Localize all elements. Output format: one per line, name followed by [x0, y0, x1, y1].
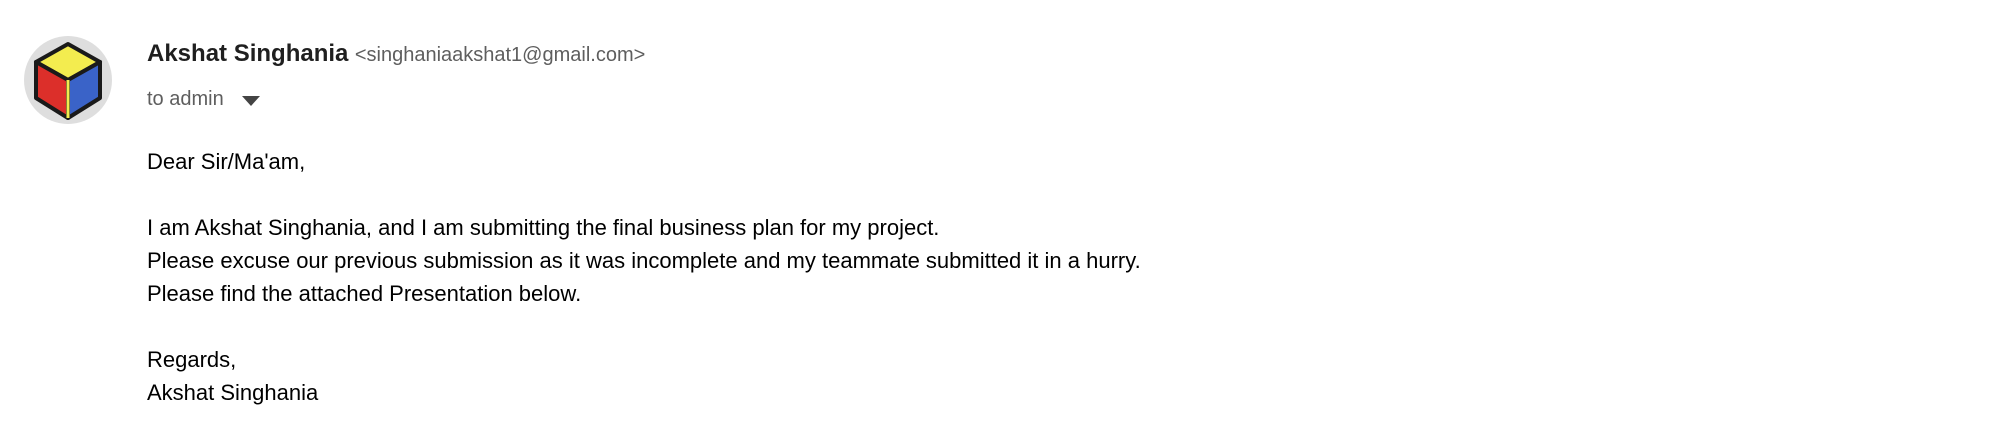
sender-name[interactable]: Akshat Singhania — [147, 40, 348, 67]
sender-avatar[interactable] — [24, 36, 112, 124]
body-line: Please excuse our previous submission as… — [147, 248, 1141, 273]
message-body: Dear Sir/Ma'am, I am Akshat Singhania, a… — [147, 145, 1141, 409]
recipient-details-toggle[interactable]: to admin — [147, 88, 260, 111]
recipient-label: to admin — [147, 88, 224, 110]
message-header: Akshat Singhania <singhaniaakshat1@gmail… — [147, 40, 645, 68]
signature-line: Akshat Singhania — [147, 380, 319, 405]
greeting-line: Dear Sir/Ma'am, — [147, 149, 306, 174]
sender-email: <singhaniaakshat1@gmail.com> — [354, 44, 646, 66]
closing-line: Regards, — [147, 347, 237, 372]
body-line: I am Akshat Singhania, and I am submitti… — [147, 215, 940, 240]
body-line: Please find the attached Presentation be… — [147, 281, 582, 306]
cube-logo-icon — [34, 42, 102, 120]
chevron-down-icon[interactable] — [241, 95, 260, 106]
